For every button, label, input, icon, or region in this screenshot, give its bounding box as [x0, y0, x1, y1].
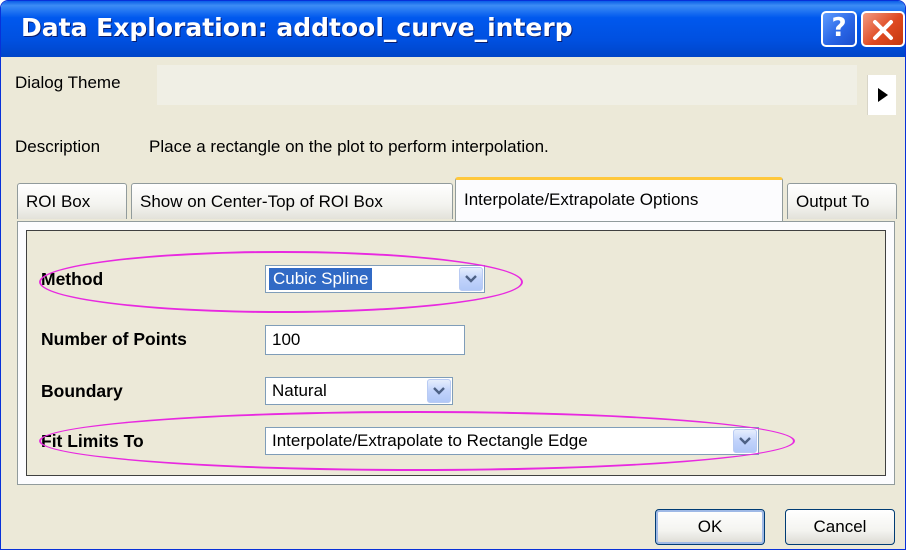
theme-menu-button[interactable] — [867, 75, 896, 115]
title-bar[interactable]: Data Exploration: addtool_curve_interp ? — [1, 1, 905, 57]
theme-strip — [157, 65, 857, 105]
number-of-points-label: Number of Points — [41, 329, 187, 349]
close-icon — [873, 20, 893, 40]
description-label: Description — [15, 137, 101, 156]
number-of-points-input[interactable]: 100 — [265, 325, 465, 355]
tab-interpolate-extrapolate-options[interactable]: Interpolate/Extrapolate Options — [455, 177, 783, 221]
tab-panel: Method Cubic Spline Number of Points 100… — [17, 221, 895, 485]
dialog-theme-label[interactable]: Dialog Theme — [15, 73, 121, 93]
boundary-dropdown-button[interactable] — [427, 379, 451, 403]
dialog-body: Dialog Theme Description Place a rectang… — [7, 61, 899, 549]
description-text: Place a rectangle on the plot to perform… — [149, 137, 549, 156]
tab-output-to[interactable]: Output To — [787, 183, 897, 219]
highlight-ellipse-method — [39, 251, 523, 313]
window-title: Data Exploration: addtool_curve_interp — [21, 13, 573, 42]
tab-roi-box[interactable]: ROI Box — [17, 183, 127, 219]
dialog-window: Data Exploration: addtool_curve_interp ?… — [0, 0, 906, 550]
boundary-label: Boundary — [41, 381, 123, 401]
tab-show-on-center-top[interactable]: Show on Center-Top of ROI Box — [131, 183, 453, 219]
number-of-points-value: 100 — [272, 330, 301, 349]
chevron-down-icon — [433, 387, 445, 395]
help-button[interactable]: ? — [821, 11, 857, 47]
boundary-value: Natural — [272, 381, 327, 400]
highlight-ellipse-fit-limits — [39, 411, 795, 471]
options-group: Method Cubic Spline Number of Points 100… — [26, 230, 886, 476]
cancel-button[interactable]: Cancel — [785, 509, 895, 545]
ok-button[interactable]: OK — [655, 509, 765, 545]
tab-strip: ROI Box Show on Center-Top of ROI Box In… — [17, 177, 897, 221]
close-button[interactable] — [861, 11, 905, 47]
triangle-right-icon — [878, 88, 888, 102]
boundary-select[interactable]: Natural — [265, 377, 453, 405]
